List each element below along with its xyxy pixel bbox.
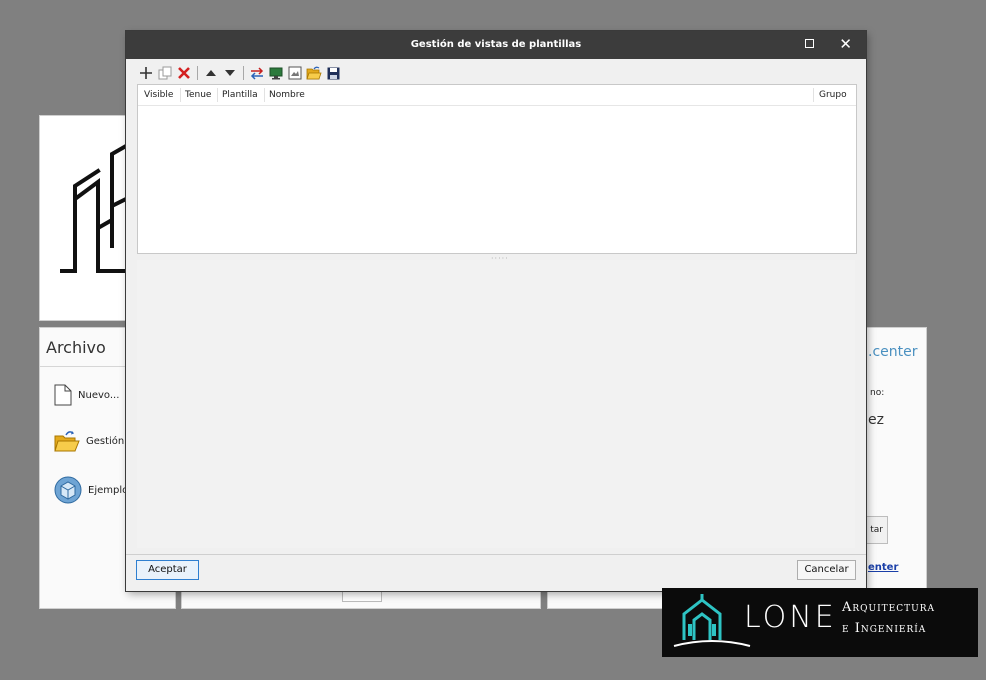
folder-open-icon <box>54 431 80 452</box>
toolbar-separator <box>243 66 244 80</box>
examples-box-icon <box>54 476 82 504</box>
archivo-item-label: Nuevo... <box>78 389 120 401</box>
column-header-grupo[interactable]: Grupo <box>819 90 847 100</box>
column-separator <box>180 88 181 102</box>
new-file-icon <box>54 384 72 406</box>
house-logo-icon <box>673 594 751 647</box>
template-views-dialog: Gestión de vistas de plantillas ✕ Visibl… <box>126 31 866 591</box>
column-header-tenue[interactable]: Tenue <box>185 90 211 100</box>
transfer-icon[interactable] <box>249 65 265 81</box>
dialog-titlebar[interactable]: Gestión de vistas de plantillas ✕ <box>126 31 866 59</box>
template-views-table[interactable]: Visible Tenue Plantilla Nombre Grupo <box>137 84 857 254</box>
column-separator <box>813 88 814 102</box>
column-separator <box>264 88 265 102</box>
watermark-tagline-1: Arquitectura <box>842 600 936 615</box>
watermark-tagline-2: e Ingeniería <box>842 621 927 636</box>
app-logo-panel <box>40 116 130 320</box>
move-down-icon[interactable] <box>222 65 238 81</box>
preview-area <box>137 260 855 548</box>
background-panel-bottom-left <box>182 590 540 608</box>
open-folder-icon[interactable] <box>306 65 322 81</box>
dialog-title: Gestión de vistas de plantillas <box>410 39 582 50</box>
archivo-item-new[interactable]: Nuevo... <box>54 384 119 406</box>
background-panel-bottom-right <box>548 590 668 608</box>
right-panel-heading: .center <box>868 344 918 360</box>
image-icon[interactable] <box>287 65 303 81</box>
company-watermark: LONE Arquitectura e Ingeniería <box>662 588 978 657</box>
monitor-icon[interactable] <box>268 65 284 81</box>
column-header-visible[interactable]: Visible <box>144 90 173 100</box>
column-header-plantilla[interactable]: Plantilla <box>222 90 258 100</box>
right-panel-button[interactable]: tar <box>866 516 888 544</box>
save-icon[interactable] <box>325 65 341 81</box>
right-panel: .center no: ez tar enter <box>866 328 926 590</box>
table-header: Visible Tenue Plantilla Nombre Grupo <box>138 85 856 106</box>
accept-button[interactable]: Aceptar <box>136 560 199 580</box>
archivo-item-manage[interactable]: Gestión a <box>54 429 134 453</box>
move-up-icon[interactable] <box>203 65 219 81</box>
copy-icon[interactable] <box>157 65 173 81</box>
column-header-nombre[interactable]: Nombre <box>269 90 305 100</box>
cancel-button[interactable]: Cancelar <box>797 560 856 580</box>
delete-icon[interactable] <box>176 65 192 81</box>
dialog-toolbar <box>138 64 341 82</box>
archivo-title: Archivo <box>46 338 106 357</box>
watermark-name: LONE <box>744 600 837 635</box>
archivo-item-examples[interactable]: Ejemplos <box>54 476 133 504</box>
maximize-icon[interactable] <box>805 39 814 48</box>
close-icon[interactable]: ✕ <box>839 35 852 53</box>
column-separator <box>217 88 218 102</box>
right-panel-label: no: <box>870 388 885 398</box>
right-panel-value: ez <box>868 412 884 428</box>
toolbar-separator <box>197 66 198 80</box>
footer-divider <box>126 554 866 555</box>
right-panel-link[interactable]: enter <box>868 562 898 573</box>
add-icon[interactable] <box>138 65 154 81</box>
building-logo-icon <box>60 143 130 273</box>
background-box <box>342 590 382 602</box>
